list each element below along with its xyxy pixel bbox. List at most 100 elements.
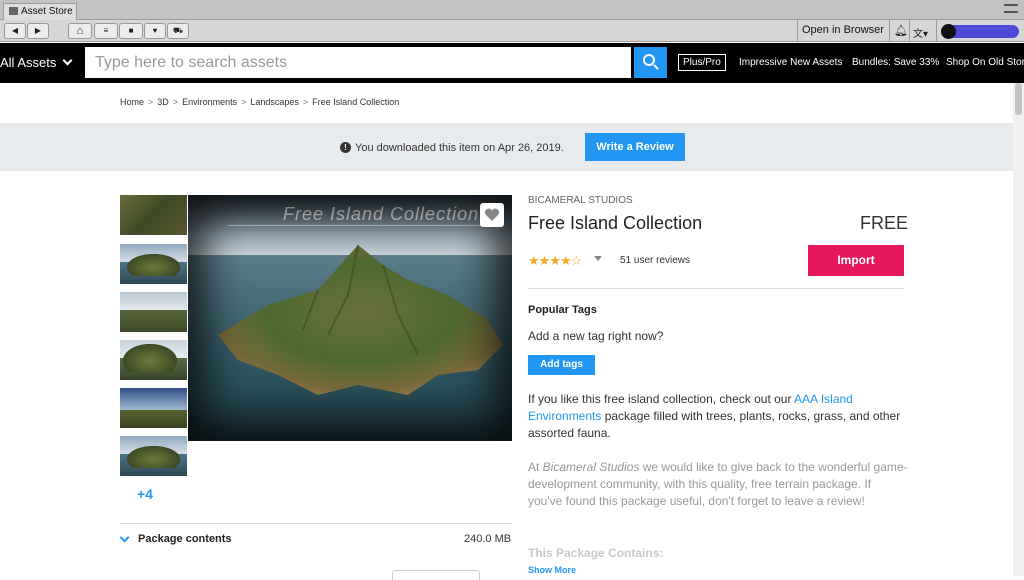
nav-link-old-store[interactable]: Shop On Old Store <box>946 57 1024 68</box>
home-icon: ⌂ <box>76 25 84 37</box>
plus-pro-link[interactable]: Plus/Pro <box>678 54 726 71</box>
gallery-thumbnail[interactable] <box>120 388 187 428</box>
package-contents-toggle[interactable]: Package contents <box>138 533 232 545</box>
nav-link-impressive-new-assets[interactable]: Impressive New Assets <box>739 57 842 68</box>
description-paragraph: At Bicameral Studios we would like to gi… <box>528 459 908 510</box>
package-contains-heading: This Package Contains: <box>528 546 664 560</box>
description-text: At <box>528 460 543 474</box>
write-review-button[interactable]: Write a Review <box>585 133 685 161</box>
toolbar-divider <box>797 20 798 42</box>
window-tab-label: Asset Store <box>21 6 73 17</box>
downloads-button[interactable]: ≡ <box>94 23 118 39</box>
star-filled-icon: ★ <box>559 253 572 268</box>
description-italic-text: Bicameral Studios <box>542 460 640 474</box>
breadcrumb-environments[interactable]: Environments <box>182 97 237 107</box>
toolbar-divider <box>936 20 937 42</box>
category-label: All Assets <box>0 55 57 70</box>
more-media-link[interactable]: +4 <box>137 486 153 502</box>
asset-store-icon <box>9 7 18 15</box>
divider <box>528 288 904 289</box>
breadcrumb-landscapes[interactable]: Landscapes <box>250 97 299 107</box>
category-dropdown[interactable]: All Assets <box>0 55 73 70</box>
star-filled-icon: ★ <box>538 253 551 268</box>
description-text: If you like this free island collection,… <box>528 392 795 406</box>
window-tab-asset-store[interactable]: Asset Store <box>3 3 77 20</box>
avatar[interactable] <box>941 24 956 39</box>
breadcrumb-separator: > <box>302 97 309 107</box>
home-button[interactable]: ⌂ <box>68 23 92 39</box>
show-more-link[interactable]: Show More <box>528 565 576 575</box>
add-tags-button[interactable]: Add tags <box>528 355 595 375</box>
forward-arrow-icon: ▶ <box>34 26 42 35</box>
wishlist-button[interactable]: ♥ <box>144 23 166 39</box>
star-rating[interactable]: ★★★★☆ <box>528 253 583 269</box>
preview-vignette <box>188 195 512 441</box>
breadcrumb-separator: > <box>172 97 179 107</box>
open-in-browser-button[interactable]: Open in Browser <box>802 24 884 36</box>
search-input[interactable] <box>85 47 631 78</box>
info-icon: ! <box>340 142 351 153</box>
page-scrollbar[interactable] <box>1013 83 1024 576</box>
star-filled-icon: ★ <box>528 253 540 268</box>
tags-prompt: Add a new tag right now? <box>528 329 664 343</box>
window-tab-strip: Asset Store <box>0 0 1024 20</box>
toolbar-divider <box>909 20 910 42</box>
thumbnail-island <box>126 254 181 276</box>
cart-button[interactable]: ⛟ <box>167 23 189 39</box>
thumbnail-sky <box>120 388 187 410</box>
breadcrumb-separator: > <box>148 97 154 107</box>
browser-toolbar: ◀ ▶ ⌂ ≡ ■ ♥ ⛟ Open in Browser 🔔︎ 文▾ <box>0 20 1024 42</box>
gallery-thumbnail[interactable] <box>120 195 187 235</box>
package-icon: ■ <box>128 26 134 35</box>
gallery-thumbnail[interactable] <box>120 292 187 332</box>
rating-dropdown-icon[interactable] <box>594 256 602 261</box>
store-nav-bar: All Assets Plus/Pro Impressive New Asset… <box>0 43 1024 83</box>
toolbar-divider <box>889 20 890 42</box>
nav-link-bundles[interactable]: Bundles: Save 33% <box>852 57 939 68</box>
thumbnail-sky <box>120 292 187 310</box>
thumbnail-island <box>126 446 181 468</box>
thumbnail-mountain <box>123 344 177 372</box>
gallery-thumbnail[interactable] <box>120 436 187 476</box>
forward-button[interactable]: ▶ <box>27 23 49 39</box>
download-banner: ! You downloaded this item on Apr 26, 20… <box>0 123 1013 171</box>
bell-icon[interactable]: 🔔︎ <box>894 24 908 37</box>
divider <box>120 523 512 524</box>
thumbnail-ground <box>120 310 187 332</box>
partial-button[interactable] <box>392 570 480 580</box>
user-reviews-link[interactable]: 51 user reviews <box>620 255 690 266</box>
chevron-down-icon[interactable] <box>119 532 130 543</box>
scrollbar-thumb[interactable] <box>1015 83 1022 115</box>
download-message: You downloaded this item on Apr 26, 2019… <box>355 142 564 154</box>
search-icon-handle <box>653 64 659 70</box>
chevron-down-icon <box>62 55 73 66</box>
breadcrumb-3d[interactable]: 3D <box>157 97 169 107</box>
import-button[interactable]: Import <box>808 245 904 276</box>
wishlist-heart-button[interactable] <box>480 203 504 227</box>
asset-title: Free Island Collection <box>528 213 703 233</box>
package-size: 240.0 MB <box>464 533 512 545</box>
back-arrow-icon: ◀ <box>11 26 19 35</box>
window-menu-icon[interactable] <box>1004 4 1018 13</box>
description-paragraph: If you like this free island collection,… <box>528 391 908 442</box>
breadcrumb-current: Free Island Collection <box>312 97 400 107</box>
asset-price: FREE <box>860 213 909 233</box>
cart-icon: ⛟ <box>172 26 184 35</box>
search-button[interactable] <box>634 47 667 78</box>
language-icon[interactable]: 文▾ <box>913 25 928 40</box>
thumbnail-ground <box>120 410 187 428</box>
publisher-link[interactable]: BICAMERAL STUDIOS <box>528 195 633 206</box>
heart-icon <box>484 208 500 221</box>
back-button[interactable]: ◀ <box>4 23 26 39</box>
gallery-thumbnail[interactable] <box>120 244 187 284</box>
main-preview-image[interactable]: Free Island Collection <box>188 195 512 441</box>
star-empty-icon: ☆ <box>570 253 583 268</box>
breadcrumb-home[interactable]: Home <box>120 97 144 107</box>
popular-tags-heading: Popular Tags <box>528 304 597 316</box>
star-filled-icon: ★ <box>549 253 561 268</box>
breadcrumb-separator: > <box>241 97 247 107</box>
breadcrumb: Home >3D > Environments > Landscapes > Free Isl… <box>120 97 399 107</box>
my-assets-button[interactable]: ■ <box>119 23 143 39</box>
download-icon: ≡ <box>103 26 109 35</box>
gallery-thumbnail[interactable] <box>120 340 187 380</box>
